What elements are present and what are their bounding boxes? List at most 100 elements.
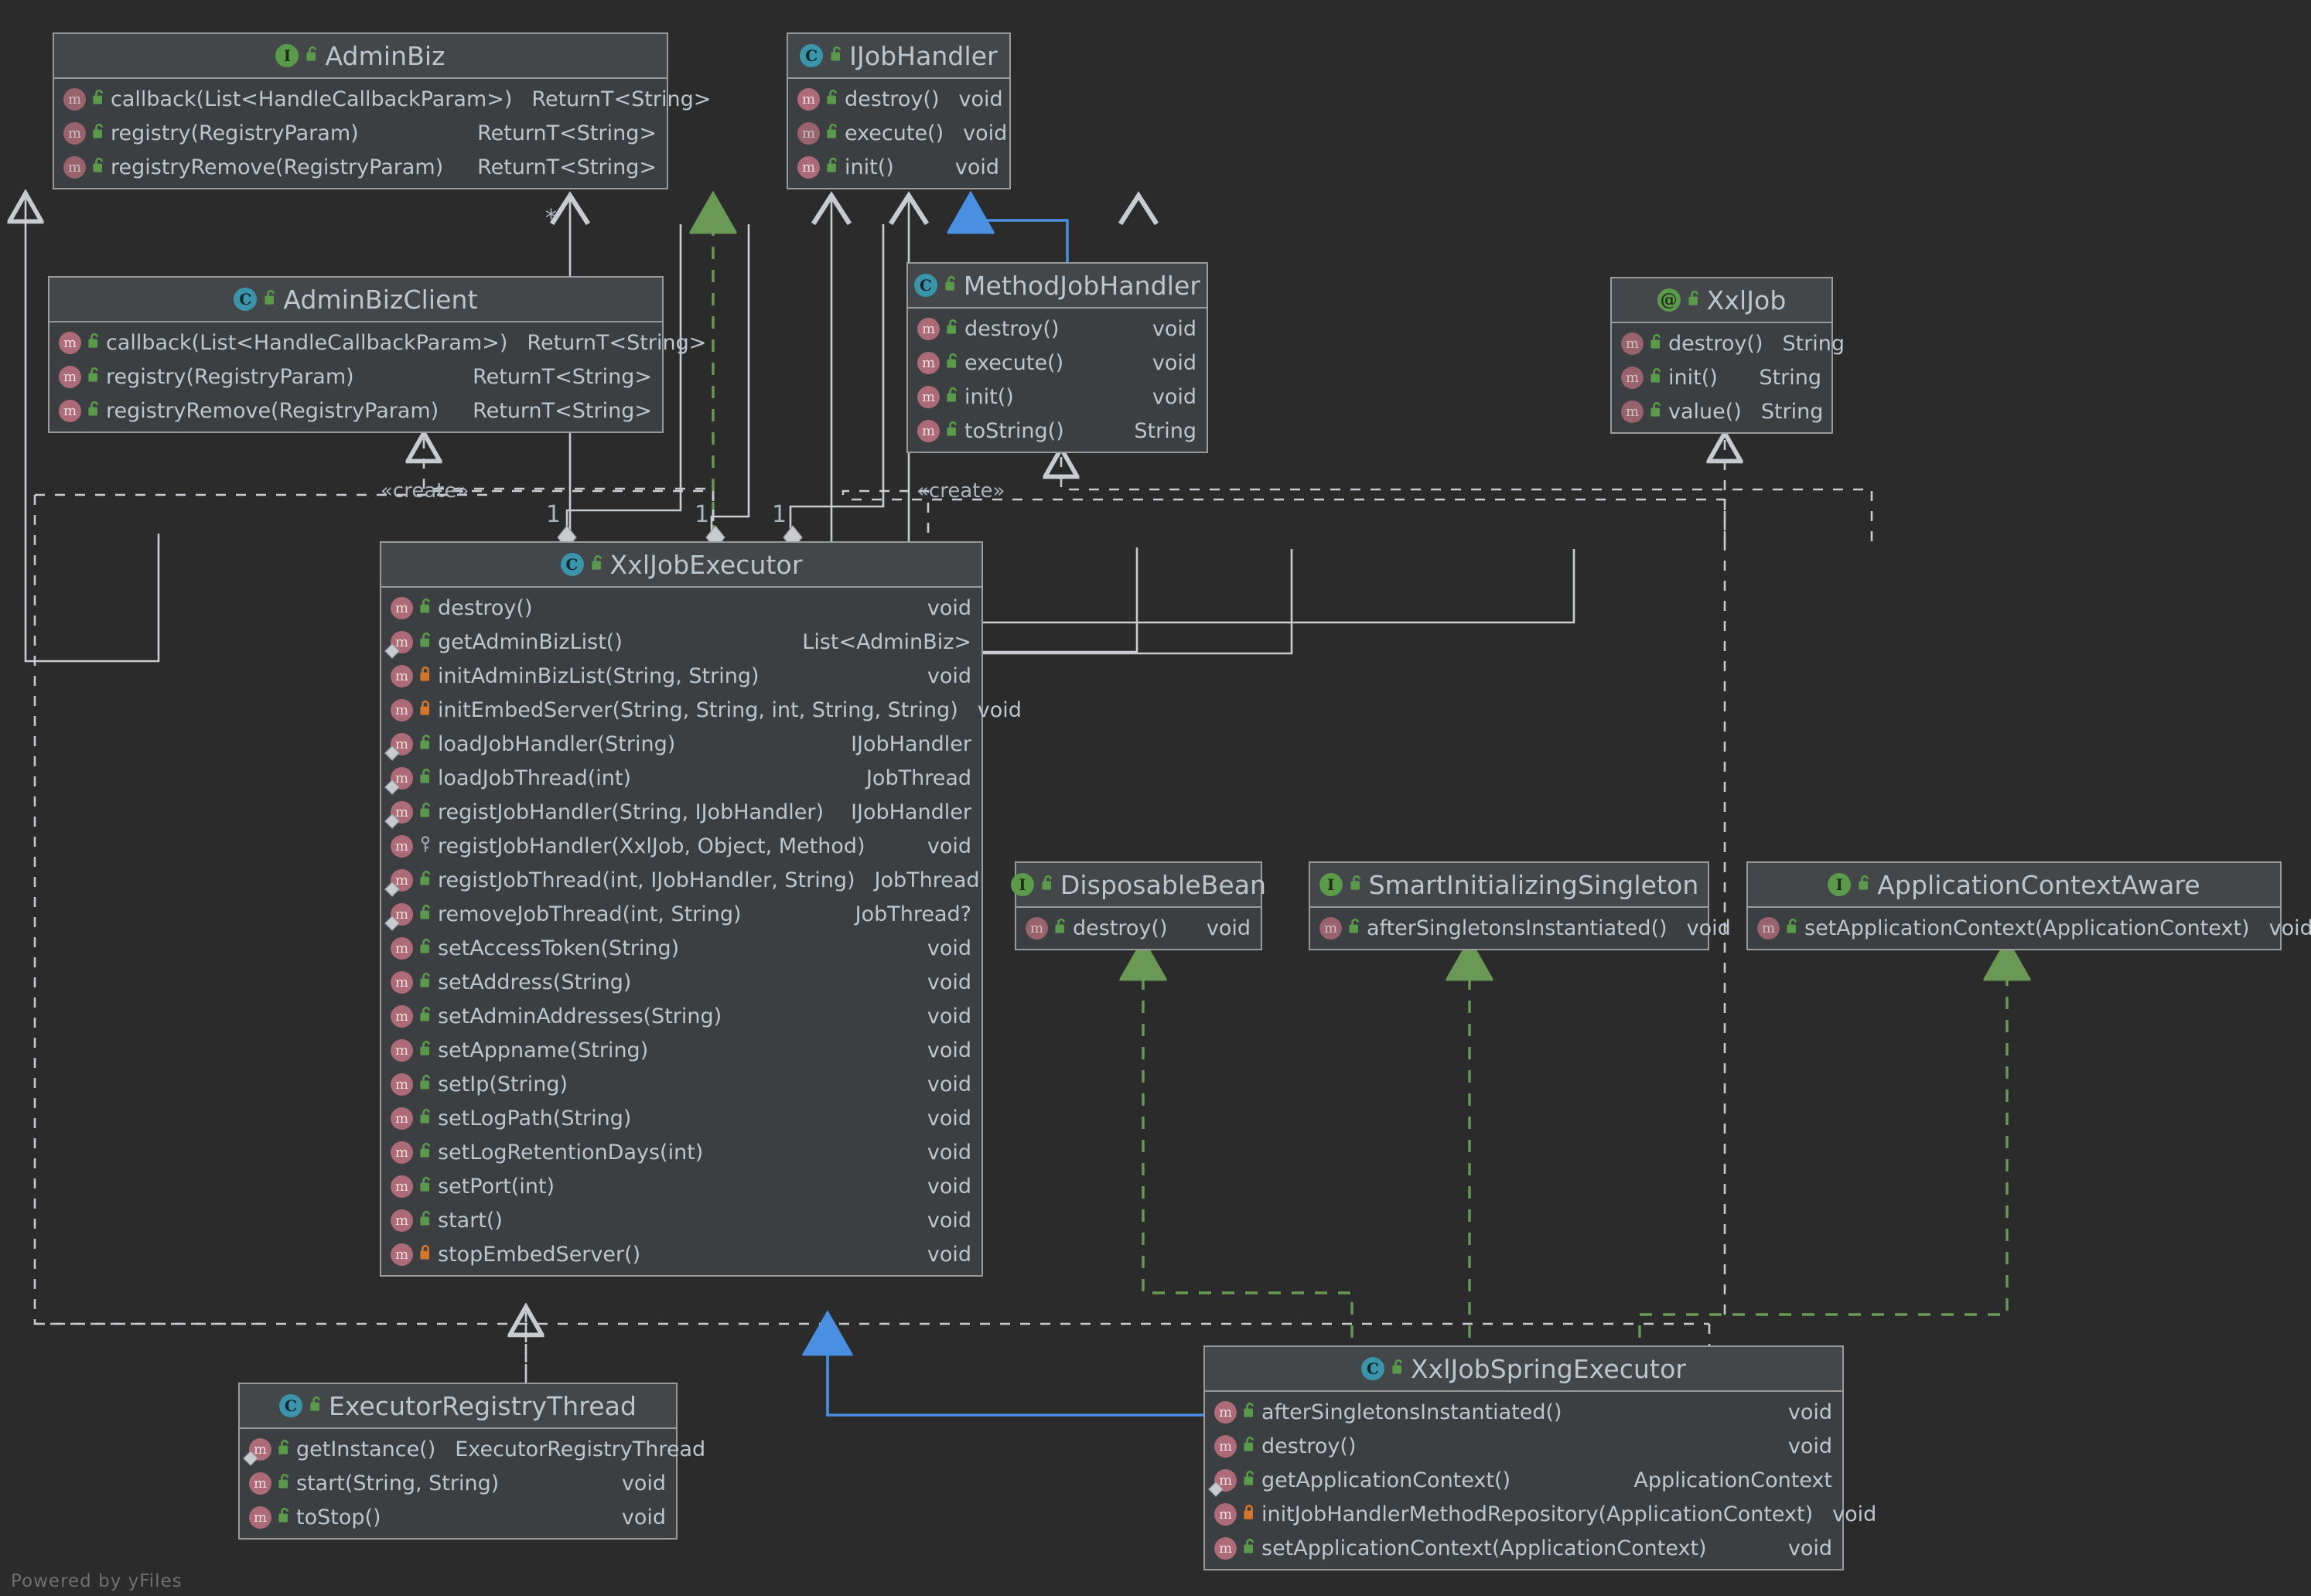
member-name: destroy(): [1668, 331, 1763, 356]
class-member-row[interactable]: m setLogRetentionDays(int) void: [381, 1135, 981, 1169]
class-member-row[interactable]: m getInstance() ExecutorRegistryThread: [240, 1432, 705, 1466]
class-member-row[interactable]: m registJobHandler(XxlJob, Object, Method…: [381, 829, 981, 863]
class-member-row[interactable]: m setAdminAddresses(String) void: [381, 999, 981, 1033]
class-node-header: I SmartInitializingSingleton: [1310, 863, 1708, 908]
class-member-row[interactable]: m loadJobHandler(String) IJobHandler: [381, 727, 981, 761]
member-type: void: [927, 834, 971, 858]
class-member-row[interactable]: m initAdminBizList(String, String) void: [381, 659, 981, 693]
class-member-row[interactable]: m initEmbedServer(String, String, int, St…: [381, 693, 1022, 727]
member-name: init(): [845, 155, 894, 179]
class-member-row[interactable]: m destroy() void: [908, 312, 1207, 346]
class-member-row[interactable]: m execute() void: [908, 346, 1207, 380]
method-icon: m: [1621, 400, 1644, 423]
class-member-row[interactable]: m setPort(int) void: [381, 1169, 981, 1203]
class-member-row[interactable]: m registJobThread(int, IJobHandler, Strin…: [381, 863, 981, 897]
watermark: Powered by yFiles: [11, 1571, 183, 1591]
visibility-lock-icon: [944, 275, 958, 295]
class-member-row[interactable]: m setAppname(String) void: [381, 1033, 981, 1067]
class-member-row[interactable]: m loadJobThread(int) JobThread: [381, 761, 981, 795]
class-member-row[interactable]: m init() String: [1612, 360, 1831, 394]
class-member-row[interactable]: m registry(RegistryParam) ReturnT<String>: [49, 360, 662, 394]
class-node-ijobhandler: C IJobHandler m destroy() void m execute() void…: [787, 32, 1011, 189]
class-member-row[interactable]: m initJobHandlerMethodRepository(Applicat…: [1205, 1497, 1876, 1531]
class-member-row[interactable]: m value() String: [1612, 394, 1831, 428]
visibility-lock-icon: [418, 1040, 432, 1060]
member-name: loadJobThread(int): [438, 766, 632, 790]
class-member-row[interactable]: m setIp(String) void: [381, 1067, 981, 1101]
member-type: void: [927, 1004, 971, 1028]
class-member-row[interactable]: m destroy() void: [1205, 1429, 1842, 1463]
member-type: String: [1759, 365, 1821, 390]
class-node-header: C XxlJobSpringExecutor: [1205, 1347, 1842, 1392]
visibility-lock-icon: [277, 1507, 291, 1527]
member-type: void: [927, 663, 971, 688]
class-member-row[interactable]: m setLogPath(String) void: [381, 1101, 981, 1135]
class-member-row[interactable]: m init() void: [788, 150, 1009, 184]
interface-icon: I: [1010, 873, 1034, 896]
class-node-members: m afterSingletonsInstantiated() void: [1310, 908, 1731, 949]
visibility-lock-icon: [1053, 918, 1067, 938]
visibility-lock-icon: [1649, 367, 1663, 387]
class-member-row[interactable]: m stopEmbedServer() void: [381, 1237, 981, 1271]
member-name: setAddress(String): [438, 970, 632, 994]
member-type: void: [621, 1505, 666, 1530]
member-type: ReturnT<String>: [527, 330, 707, 355]
class-member-row[interactable]: m registry(RegistryParam) ReturnT<String>: [54, 116, 667, 150]
member-type: void: [1787, 1536, 1832, 1560]
class-member-row[interactable]: m start(String, String) void: [240, 1466, 676, 1500]
class-member-row[interactable]: m callback(List<HandleCallbackParam>) Retu…: [49, 326, 706, 360]
class-member-row[interactable]: m afterSingletonsInstantiated() void: [1310, 911, 1731, 945]
method-icon: m: [1214, 1536, 1237, 1560]
member-type: void: [1152, 384, 1196, 409]
class-node-header: @ XxlJob: [1612, 278, 1831, 323]
member-name: registJobThread(int, IJobHandler, String…: [438, 868, 855, 892]
visibility-lock-icon: [1242, 1402, 1256, 1422]
class-node-members: m setApplicationContext(ApplicationContex…: [1748, 908, 2311, 949]
class-member-row[interactable]: m registryRemove(RegistryParam) ReturnT<St…: [54, 150, 667, 184]
method-icon: m: [1621, 332, 1644, 355]
member-name: registry(RegistryParam): [106, 364, 354, 389]
member-name: registryRemove(RegistryParam): [106, 398, 439, 423]
class-member-row[interactable]: m destroy() void: [381, 591, 981, 625]
class-member-row[interactable]: m setAccessToken(String) void: [381, 931, 981, 965]
class-member-row[interactable]: m execute() void: [788, 116, 1009, 150]
class-member-row[interactable]: m afterSingletonsInstantiated() void: [1205, 1395, 1842, 1429]
method-icon: m: [1026, 916, 1048, 940]
member-name: setIp(String): [438, 1072, 568, 1096]
member-type: ReturnT<String>: [477, 121, 657, 145]
class-member-row[interactable]: m start() void: [381, 1203, 981, 1237]
class-node-executorregistrythread: C ExecutorRegistryThread m getInstance() Exe…: [238, 1383, 705, 1540]
class-member-row[interactable]: m setApplicationContext(ApplicationContex…: [1205, 1531, 1842, 1565]
class-icon: C: [234, 288, 258, 311]
visibility-lock-icon: [1242, 1538, 1256, 1558]
member-name: setAppname(String): [438, 1038, 649, 1062]
class-member-row[interactable]: m destroy() String: [1612, 326, 1845, 360]
class-member-row[interactable]: m removeJobThread(int, String) JobThread?: [381, 897, 981, 931]
class-node-members: m destroy() void m execute() void m init() void m…: [908, 309, 1207, 452]
class-member-row[interactable]: m setApplicationContext(ApplicationContex…: [1748, 911, 2311, 945]
class-member-row[interactable]: m getAdminBizList() List<AdminBiz>: [381, 625, 981, 659]
class-member-row[interactable]: m registryRemove(RegistryParam) ReturnT<St…: [49, 394, 662, 428]
method-icon: m: [59, 399, 81, 422]
method-icon: m: [1214, 1400, 1237, 1424]
visibility-lock-icon: [1347, 918, 1361, 938]
class-member-row[interactable]: m destroy() void: [1016, 911, 1261, 945]
member-type: void: [927, 936, 971, 960]
class-member-row[interactable]: m setAddress(String) void: [381, 965, 981, 999]
visibility-lock-icon: [1349, 875, 1363, 895]
class-member-row[interactable]: m getApplicationContext() ApplicationConte…: [1205, 1463, 1842, 1497]
class-member-row[interactable]: m registJobHandler(String, IJobHandler) IJ…: [381, 795, 981, 829]
class-member-row[interactable]: m toString() String: [908, 414, 1207, 448]
class-member-row[interactable]: m destroy() void: [788, 82, 1009, 116]
class-member-row[interactable]: m toStop() void: [240, 1500, 676, 1534]
class-node-header: C MethodJobHandler: [908, 264, 1207, 309]
member-name: destroy(): [1261, 1434, 1357, 1458]
method-icon: m: [391, 1004, 413, 1028]
class-member-row[interactable]: m init() void: [908, 380, 1207, 414]
method-icon: m: [797, 155, 820, 179]
class-member-row[interactable]: m callback(List<HandleCallbackParam>) Retu…: [54, 82, 711, 116]
class-node-adminbiz: I AdminBiz m callback(List<HandleCallbackPa…: [53, 32, 711, 189]
member-name: start(): [438, 1208, 503, 1233]
method-icon: m: [917, 385, 940, 408]
member-type: ReturnT<String>: [473, 398, 652, 423]
